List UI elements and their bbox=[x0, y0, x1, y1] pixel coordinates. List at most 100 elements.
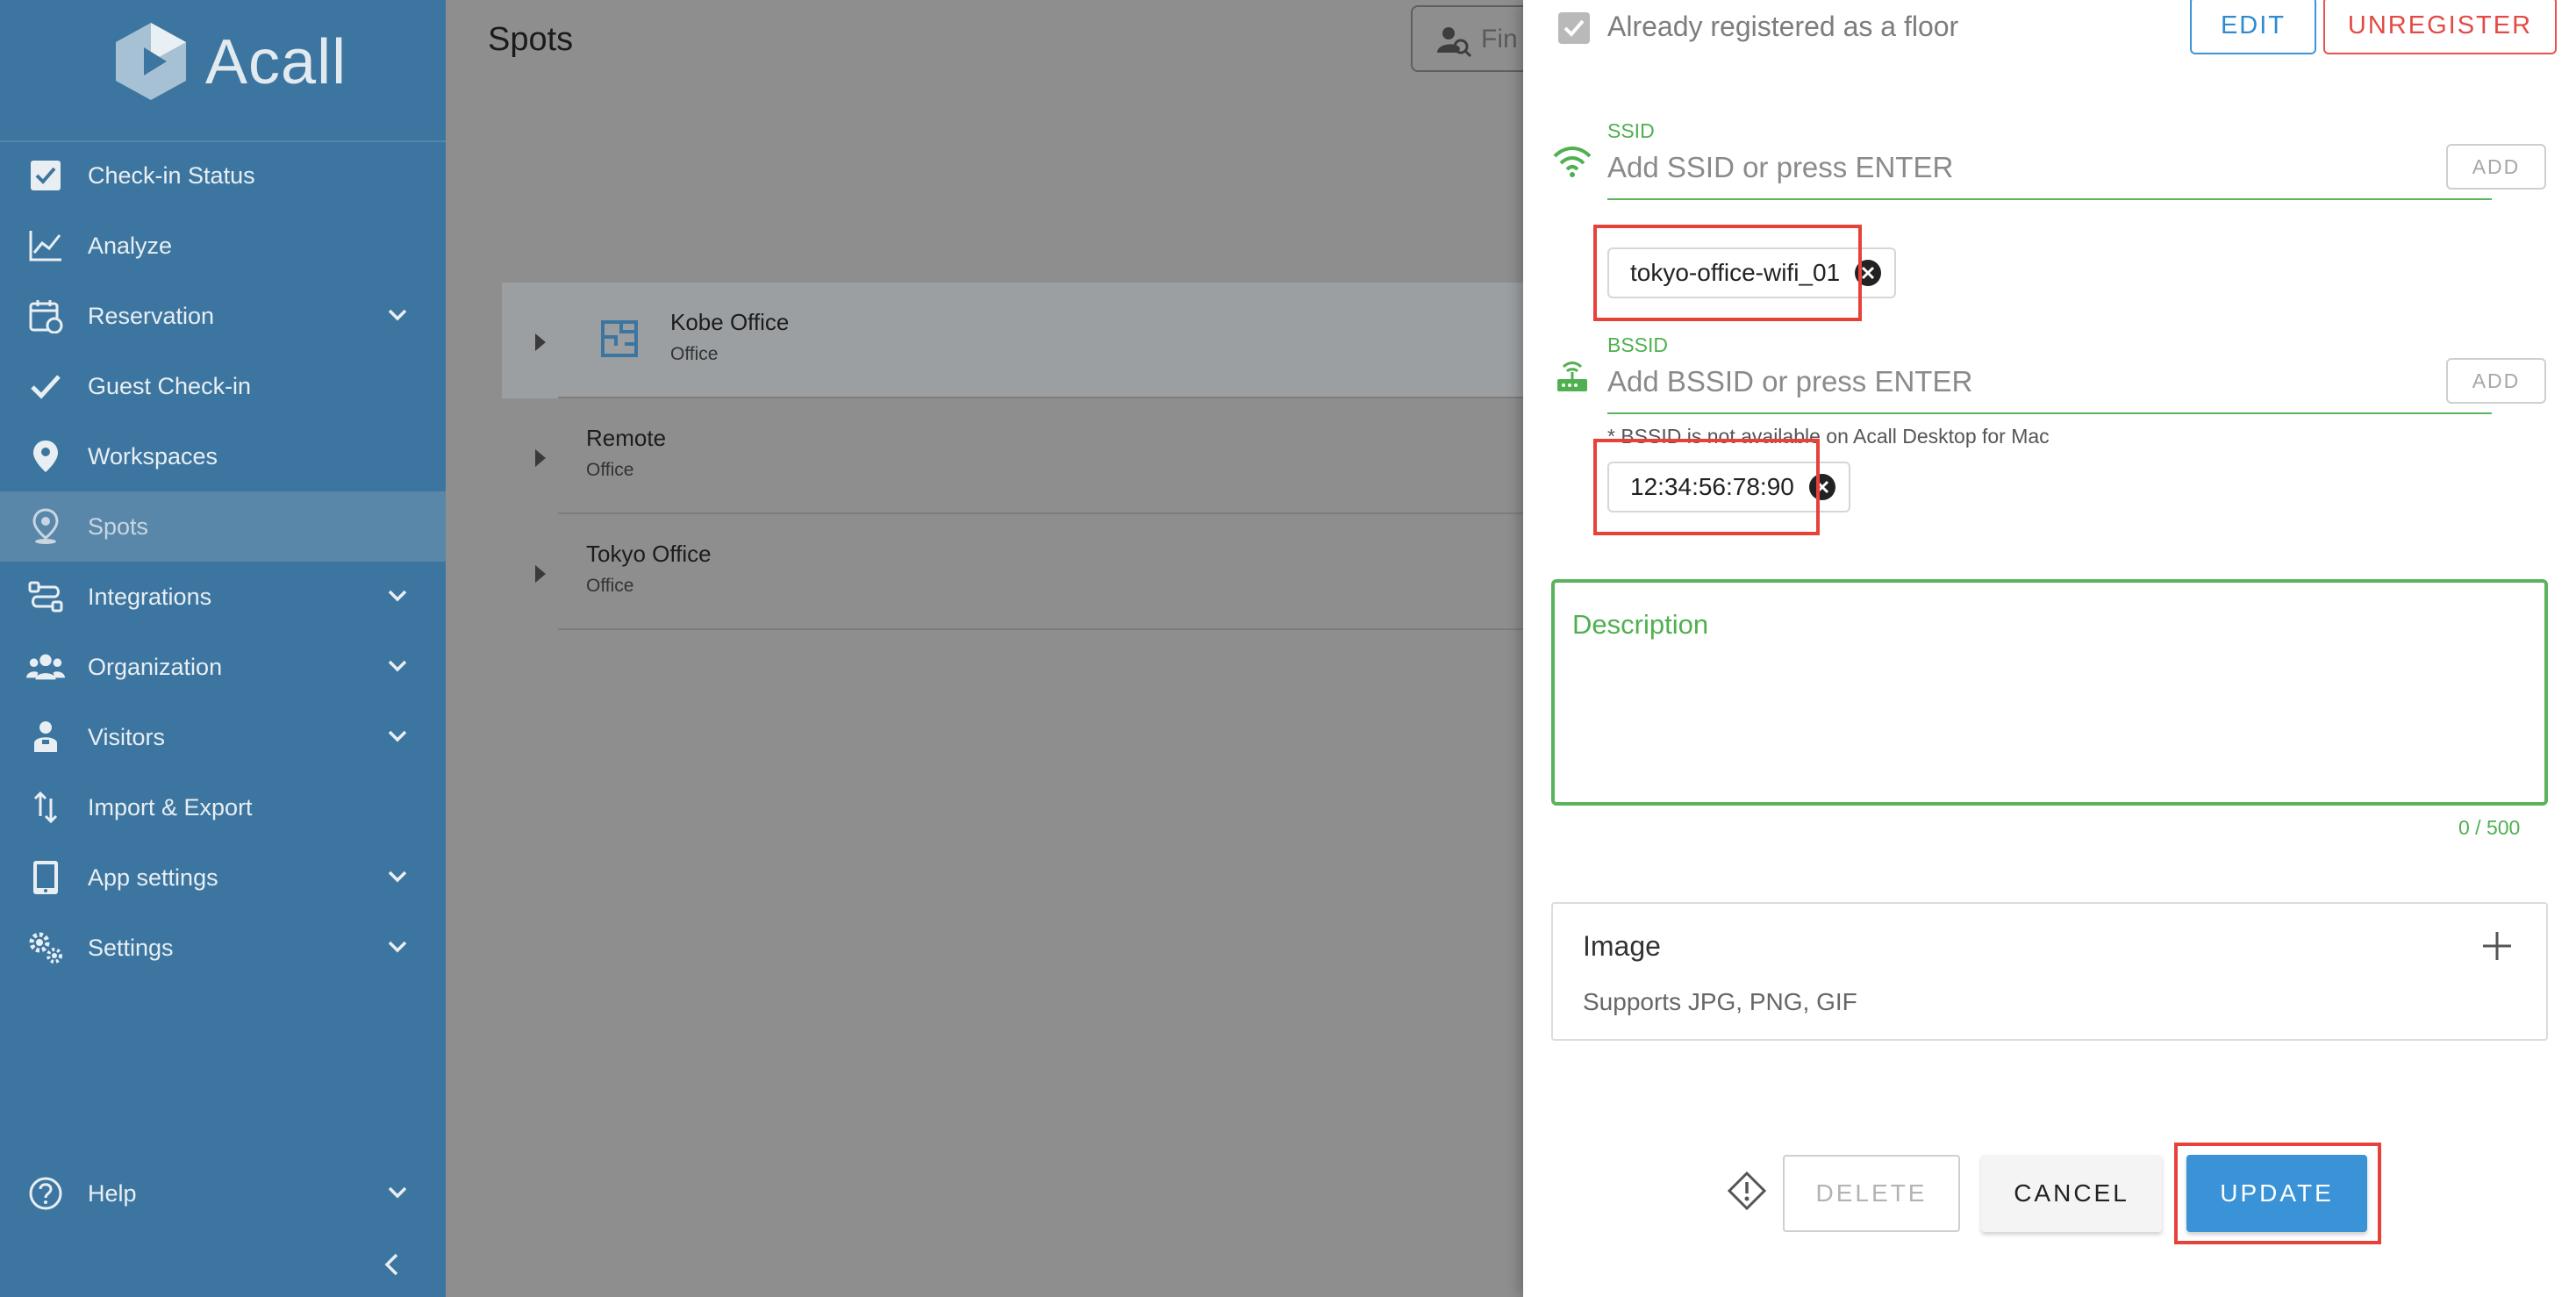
sidebar-item-app-settings[interactable]: App settings bbox=[0, 842, 446, 913]
sidebar-item-label: Visitors bbox=[88, 723, 166, 750]
sidebar-item-integrations[interactable]: Integrations bbox=[0, 562, 446, 632]
search-user-icon bbox=[1437, 27, 1472, 58]
wifi-icon bbox=[1553, 147, 1592, 177]
sidebar-item-visitors[interactable]: Visitors bbox=[0, 702, 446, 772]
plus-icon[interactable] bbox=[2479, 928, 2515, 964]
sidebar-item-organization[interactable]: Organization bbox=[0, 632, 446, 702]
sidebar-item-label: Organization bbox=[88, 653, 223, 680]
chevron-down-icon[interactable] bbox=[384, 583, 411, 609]
location-pin-icon bbox=[26, 507, 65, 546]
chevron-down-icon[interactable] bbox=[384, 653, 411, 679]
description-textarea[interactable] bbox=[1572, 609, 2520, 785]
spot-row[interactable]: Tokyo Office Office bbox=[502, 514, 1528, 630]
help-icon bbox=[26, 1174, 65, 1213]
divider bbox=[558, 628, 1528, 630]
sidebar-item-help[interactable]: Help bbox=[0, 1158, 446, 1229]
main-content: Spots Fin Kobe Office Office Remote Offi… bbox=[446, 0, 1586, 1297]
ssid-input[interactable] bbox=[1607, 146, 2485, 190]
image-title: Image bbox=[1583, 930, 1661, 962]
gears-icon bbox=[26, 928, 65, 967]
image-subtitle: Supports JPG, PNG, GIF bbox=[1583, 988, 1857, 1015]
logo[interactable]: Acall bbox=[0, 0, 446, 142]
calendar-icon bbox=[26, 297, 65, 335]
chip-text: tokyo-office-wifi_01 bbox=[1630, 259, 1841, 286]
sidebar-item-settings[interactable]: Settings bbox=[0, 913, 446, 983]
sidebar-item-label: Import & Export bbox=[88, 793, 253, 820]
sidebar-item-label: Reservation bbox=[88, 302, 215, 329]
sidebar-item-workspaces[interactable]: Workspaces bbox=[0, 421, 446, 491]
warning-diamond-icon bbox=[1727, 1171, 1767, 1211]
sidebar-item-label: Spots bbox=[88, 512, 149, 540]
registered-checkbox[interactable] bbox=[1558, 12, 1590, 44]
chip-text: 12:34:56:78:90 bbox=[1630, 473, 1794, 500]
chevron-down-icon[interactable] bbox=[384, 1179, 411, 1206]
chart-line-icon bbox=[26, 226, 65, 265]
edit-button[interactable]: EDIT bbox=[2190, 0, 2316, 54]
chevron-down-icon[interactable] bbox=[384, 723, 411, 749]
spot-type: Office bbox=[670, 344, 719, 364]
image-card[interactable]: Image Supports JPG, PNG, GIF bbox=[1551, 902, 2548, 1041]
delete-button[interactable]: DELETE bbox=[1783, 1155, 1960, 1232]
import-export-icon bbox=[26, 788, 65, 827]
close-circle-icon[interactable] bbox=[1854, 259, 1882, 287]
check-icon bbox=[1563, 19, 1585, 37]
logo-text: Acall bbox=[205, 27, 347, 97]
bssid-add-button[interactable]: ADD bbox=[2446, 358, 2546, 404]
chevron-down-icon[interactable] bbox=[384, 302, 411, 328]
floor-plan-icon bbox=[601, 320, 638, 357]
cancel-button[interactable]: CANCEL bbox=[1981, 1155, 2162, 1232]
description-counter: 0 / 500 bbox=[2458, 816, 2521, 839]
sidebar-item-label: Analyze bbox=[88, 232, 173, 259]
sidebar-item-label: Check-in Status bbox=[88, 161, 255, 189]
bssid-underline bbox=[1607, 412, 2492, 414]
sidebar-item-guest-check-in[interactable]: Guest Check-in bbox=[0, 351, 446, 421]
description-field[interactable] bbox=[1551, 579, 2548, 806]
chevron-down-icon[interactable] bbox=[384, 934, 411, 960]
bssid-label: BSSID bbox=[1607, 333, 1669, 356]
caret-right-icon[interactable] bbox=[532, 448, 549, 469]
visitor-icon bbox=[26, 718, 65, 756]
sidebar-item-reservation[interactable]: Reservation bbox=[0, 281, 446, 351]
bssid-input[interactable] bbox=[1607, 360, 2485, 404]
sidebar-item-check-in-status[interactable]: Check-in Status bbox=[0, 140, 446, 211]
page-title: Spots bbox=[488, 21, 574, 58]
spot-name: Remote bbox=[586, 425, 667, 451]
close-circle-icon[interactable] bbox=[1808, 473, 1836, 501]
map-pin-icon bbox=[26, 437, 65, 476]
router-icon bbox=[1557, 362, 1587, 391]
spot-row[interactable]: Kobe Office Office bbox=[502, 283, 1528, 398]
sidebar-item-label: Integrations bbox=[88, 583, 212, 610]
caret-right-icon[interactable] bbox=[532, 332, 549, 353]
sidebar-item-spots[interactable]: Spots bbox=[0, 491, 446, 562]
caret-right-icon[interactable] bbox=[532, 563, 549, 584]
registered-label: Already registered as a floor bbox=[1607, 11, 1959, 42]
search-input-text: Fin bbox=[1481, 25, 1518, 54]
chevron-down-icon[interactable] bbox=[384, 863, 411, 890]
spot-edit-panel: Already registered as a floor EDIT UNREG… bbox=[1523, 0, 2576, 1297]
tablet-icon bbox=[26, 858, 65, 897]
spot-type: Office bbox=[586, 460, 634, 480]
sidebar-item-analyze[interactable]: Analyze bbox=[0, 211, 446, 281]
unregister-button[interactable]: UNREGISTER bbox=[2323, 0, 2557, 54]
sidebar: Acall Check-in Status Analyze Reservatio… bbox=[0, 0, 446, 1297]
spot-name: Kobe Office bbox=[670, 309, 790, 335]
update-button[interactable]: UPDATE bbox=[2186, 1155, 2367, 1232]
acall-logo-icon bbox=[116, 23, 186, 100]
integration-icon bbox=[26, 577, 65, 616]
ssid-add-button[interactable]: ADD bbox=[2446, 144, 2546, 190]
spot-row[interactable]: Remote Office bbox=[502, 398, 1528, 514]
sidebar-item-label: App settings bbox=[88, 863, 218, 891]
sidebar-item-import-export[interactable]: Import & Export bbox=[0, 772, 446, 842]
spot-type: Office bbox=[586, 576, 634, 596]
sidebar-item-label: Guest Check-in bbox=[88, 372, 252, 399]
check-icon bbox=[26, 367, 65, 405]
sidebar-item-label: Help bbox=[88, 1179, 137, 1207]
chevron-left-icon[interactable] bbox=[376, 1248, 409, 1281]
sidebar-item-label: Settings bbox=[88, 934, 174, 961]
spot-name: Tokyo Office bbox=[586, 541, 712, 567]
bssid-note: * BSSID is not available on Acall Deskto… bbox=[1607, 425, 2050, 448]
ssid-chip: tokyo-office-wifi_01 bbox=[1607, 247, 1897, 298]
sidebar-item-label: Workspaces bbox=[88, 442, 218, 469]
spot-list: Kobe Office Office Remote Office Tokyo O… bbox=[502, 283, 1528, 630]
people-icon bbox=[26, 648, 65, 686]
